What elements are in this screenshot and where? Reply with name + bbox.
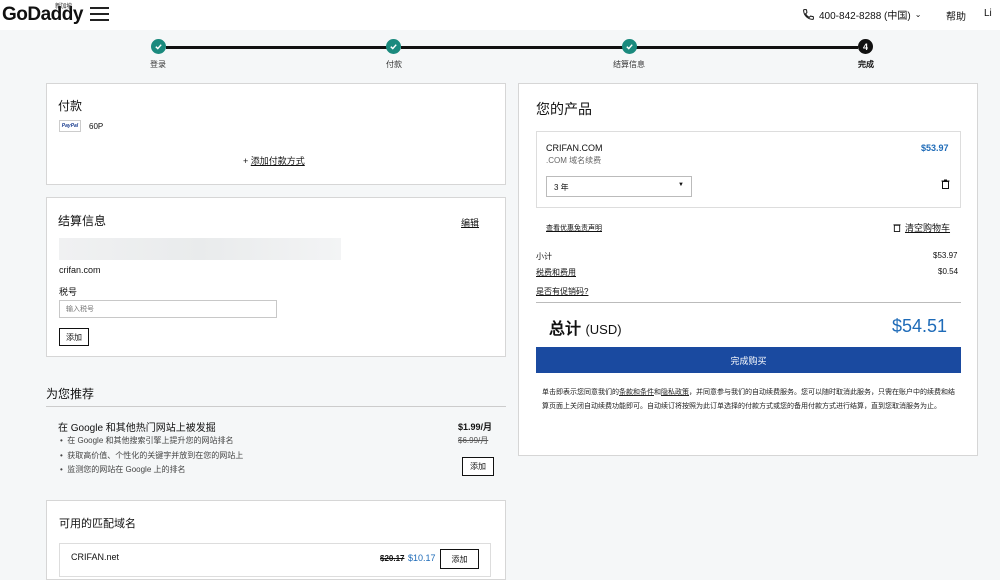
list-item: • 获取高价值、个性化的关键字并放到在您的网站上	[60, 450, 244, 460]
total-currency: (USD)	[585, 322, 622, 337]
trash-icon[interactable]	[941, 179, 950, 189]
total-label: 总计 (USD)	[549, 321, 622, 338]
products-title: 您的产品	[536, 101, 592, 117]
phone-number: 400-842-8288 (中国)	[819, 11, 911, 22]
recommend-bullets: • 在 Google 和其他搜索引擎上提升您的网站排名 • 获取高价值、个性化的…	[60, 434, 243, 478]
payment-card: 付款 PayPal 60P + 添加付款方式	[46, 83, 506, 185]
step-label-complete: 完成	[858, 60, 874, 69]
top-header: GoDaddy 新加坡 400-842-8288 (中国) ⌄ 帮助 Li	[0, 0, 1000, 30]
step-complete-number: 4	[858, 39, 873, 54]
add-tax-id-button[interactable]: 添加	[59, 328, 89, 346]
paypal-badge: PayPal	[59, 120, 81, 132]
total-divider	[536, 302, 961, 303]
billing-card: 结算信息 编辑 crifan.com 税号 添加	[46, 197, 506, 357]
term-select[interactable]: 3 年 ▼	[546, 176, 692, 197]
check-icon	[626, 44, 633, 50]
step-connector	[401, 46, 623, 49]
cart-item-sub: .COM 域名续费	[546, 156, 602, 165]
billing-title: 结算信息	[58, 214, 107, 228]
recommend-old-price: $6.99/月	[458, 436, 489, 445]
phone-contact[interactable]: 400-842-8288 (中国) ⌄	[802, 7, 921, 22]
tax-fees-value: $0.54	[938, 267, 959, 276]
privacy-link[interactable]: 隐私政策	[661, 389, 689, 396]
logo-region-label: 新加坡	[55, 4, 72, 10]
tax-fees-link[interactable]: 税费和费用	[536, 267, 576, 278]
subtotal-value: $53.97	[933, 251, 958, 260]
tax-id-label: 税号	[59, 287, 78, 297]
terms-link[interactable]: 条款和条件	[619, 389, 654, 396]
menu-icon[interactable]	[90, 7, 109, 21]
trash-icon	[893, 224, 901, 232]
complete-purchase-button[interactable]: 完成购买	[536, 347, 961, 373]
matching-domain-row: CRIFAN.net $20.17 $10.17 添加	[59, 543, 491, 577]
matching-add-button[interactable]: 添加	[440, 549, 479, 569]
recommend-price: $1.99/月	[458, 422, 493, 432]
user-menu[interactable]: Li	[984, 8, 992, 19]
matching-domains-card: 可用的匹配域名 CRIFAN.net $20.17 $10.17 添加	[46, 500, 506, 580]
recommend-add-button[interactable]: 添加	[462, 457, 494, 476]
recommend-item-title: 在 Google 和其他热门网站上被发掘	[58, 423, 216, 434]
recommend-divider	[46, 406, 506, 407]
step-connector	[636, 46, 858, 49]
step-billing-check	[622, 39, 637, 54]
check-icon	[155, 44, 162, 50]
tax-id-input[interactable]	[59, 300, 277, 318]
billing-edit-link[interactable]: 编辑	[461, 216, 479, 229]
billing-domain-line: crifan.com	[59, 265, 101, 275]
redacted-address	[59, 238, 341, 260]
disclaimer-link[interactable]: 查看优惠免责声明	[546, 223, 602, 233]
chevron-down-icon: ⌄	[914, 10, 922, 19]
products-card: 您的产品 CRIFAN.COM .COM 域名续费 $53.97 3 年 ▼ 查…	[518, 83, 978, 456]
clear-cart-link[interactable]: 清空购物车	[893, 221, 950, 234]
step-label-login: 登录	[150, 60, 166, 69]
cart-item-name: CRIFAN.COM	[546, 143, 603, 153]
step-payment-check	[386, 39, 401, 54]
matching-domain-name: CRIFAN.net	[71, 552, 120, 562]
subtotal-label: 小计	[536, 252, 552, 261]
total-value: $54.51	[892, 316, 948, 336]
help-link[interactable]: 帮助	[946, 8, 966, 23]
matching-old-price: $20.17	[380, 554, 405, 563]
cart-item: CRIFAN.COM .COM 域名续费 $53.97 3 年 ▼	[536, 131, 961, 208]
matching-price: $10.17	[408, 553, 436, 563]
recommend-title: 为您推荐	[46, 387, 95, 401]
promo-code-link[interactable]: 是否有促销码?	[536, 286, 588, 297]
step-login-check	[151, 39, 166, 54]
step-label-payment: 付款	[386, 60, 402, 69]
list-item: • 在 Google 和其他搜索引擎上提升您的网站排名	[60, 436, 234, 445]
phone-icon	[803, 9, 814, 20]
payment-method-text: 60P	[89, 122, 104, 131]
matching-title: 可用的匹配域名	[59, 518, 136, 530]
terms-text: 单击即表示您同意我们的条款和条件和隐私政策，并同意参与我们的自动续费服务。您可以…	[542, 389, 955, 410]
dropdown-arrow-icon: ▼	[678, 182, 684, 188]
step-label-billing: 结算信息	[613, 60, 645, 69]
list-item: • 监测您的网站在 Google 上的排名	[60, 465, 186, 474]
add-payment-method-link[interactable]: + 添加付款方式	[243, 154, 305, 167]
step-connector	[166, 46, 388, 49]
godaddy-logo[interactable]: GoDaddy 新加坡	[2, 4, 83, 26]
check-icon	[390, 44, 397, 50]
cart-item-price: $53.97	[921, 143, 949, 153]
payment-title: 付款	[58, 99, 83, 113]
